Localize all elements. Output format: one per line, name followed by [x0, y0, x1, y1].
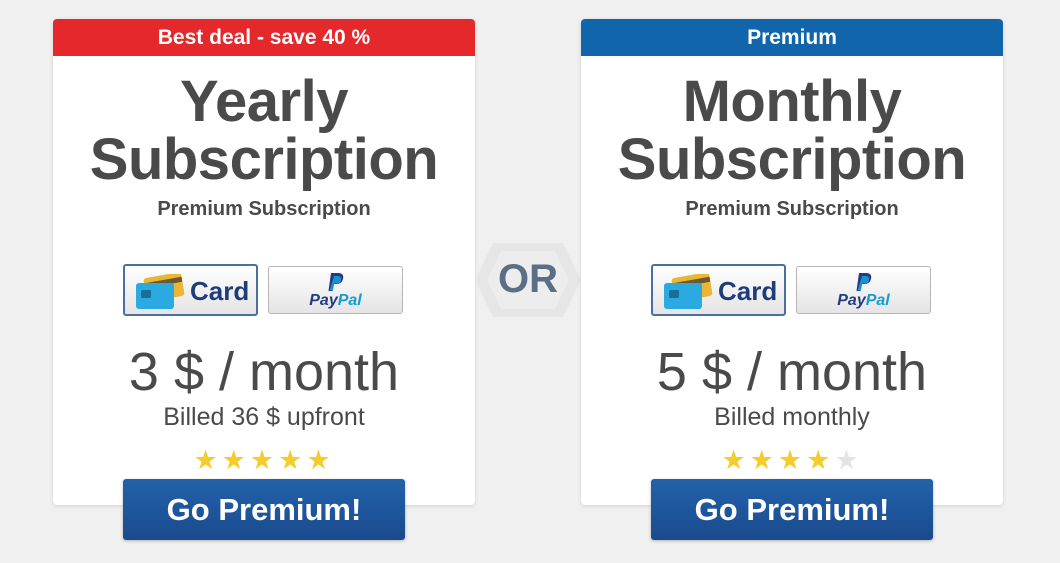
paypal-logo: PayPal [269, 272, 402, 310]
paypal-wordmark: PayPal [797, 292, 930, 310]
star-filled-icon: ★ [777, 445, 807, 475]
star-empty-icon: ★ [834, 445, 863, 475]
plan-title: Yearly Subscription [53, 73, 475, 189]
plan-subtitle: Premium Subscription [157, 198, 371, 220]
credit-card-icon [664, 274, 713, 309]
paypal-wordmark-pal: Pal [337, 292, 362, 309]
pay-with-paypal-button[interactable]: PayPal [268, 266, 403, 314]
paypal-wordmark: PayPal [269, 292, 402, 310]
pay-with-paypal-button[interactable]: PayPal [796, 266, 931, 314]
plan-card-monthly: Premium Monthly Subscription Premium Sub… [581, 19, 1003, 540]
plan-title-line2: Subscription [89, 127, 439, 192]
card-label: Card [190, 276, 250, 306]
payment-method-selector: Card PayPal [651, 264, 933, 318]
pay-with-card-button[interactable]: Card [651, 264, 786, 316]
star-filled-icon: ★ [721, 445, 750, 475]
go-premium-button[interactable]: Go Premium! [651, 479, 933, 540]
credit-card-icon [136, 274, 185, 309]
or-separator: OR [475, 243, 581, 317]
paypal-icon [856, 273, 871, 291]
or-label: OR [498, 257, 558, 301]
plan-ribbon: Premium [581, 19, 1003, 56]
pay-with-card-button[interactable]: Card [123, 264, 258, 316]
plan-title-line1: Yearly [180, 69, 348, 134]
plan-subtitle: Premium Subscription [685, 198, 899, 220]
plan-price: 3 $ / month [128, 342, 400, 402]
paypal-wordmark-pal: Pal [865, 292, 890, 309]
rating-stars: ★★★★★ [53, 445, 475, 475]
rating-stars: ★★★★★ [581, 445, 1003, 475]
star-filled-icon: ★ [806, 445, 835, 475]
star-filled-icon: ★ [249, 445, 279, 475]
plan-billing-note: Billed monthly [714, 403, 870, 431]
star-filled-icon: ★ [193, 445, 222, 475]
plan-title-line1: Monthly [682, 69, 902, 134]
plan-title-line2: Subscription [617, 127, 967, 192]
plan-ribbon: Best deal - save 40 % [53, 19, 475, 56]
paypal-wordmark-pay: Pay [837, 292, 866, 309]
plan-title: Monthly Subscription [581, 73, 1003, 189]
go-premium-button[interactable]: Go Premium! [123, 479, 405, 540]
star-filled-icon: ★ [278, 445, 307, 475]
card-label: Card [718, 276, 778, 306]
star-filled-icon: ★ [306, 445, 335, 475]
star-filled-icon: ★ [221, 445, 250, 475]
plan-card-yearly: Best deal - save 40 % Yearly Subscriptio… [53, 19, 475, 540]
paypal-logo: PayPal [797, 272, 930, 310]
paypal-icon [328, 273, 343, 291]
payment-method-selector: Card PayPal [123, 264, 405, 318]
plan-billing-note: Billed 36 $ upfront [163, 403, 365, 431]
star-filled-icon: ★ [749, 445, 778, 475]
paypal-wordmark-pay: Pay [309, 292, 338, 309]
plan-price: 5 $ / month [656, 342, 928, 402]
